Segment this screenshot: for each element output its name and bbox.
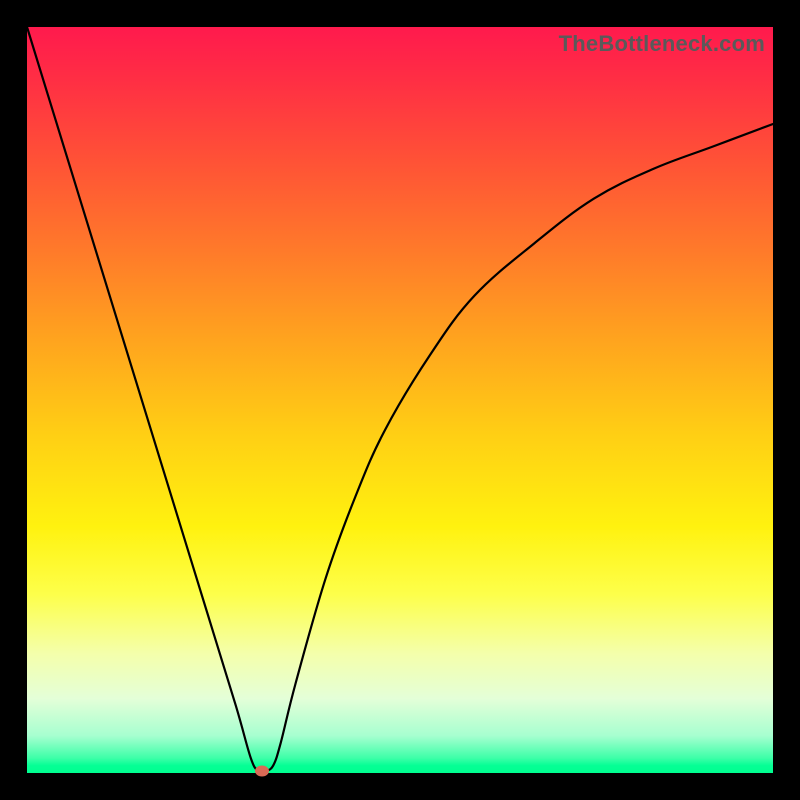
chart-frame: TheBottleneck.com [0, 0, 800, 800]
bottleneck-curve [27, 27, 773, 772]
optimum-marker [255, 765, 269, 776]
plot-area: TheBottleneck.com [27, 27, 773, 773]
curve-layer [27, 27, 773, 773]
